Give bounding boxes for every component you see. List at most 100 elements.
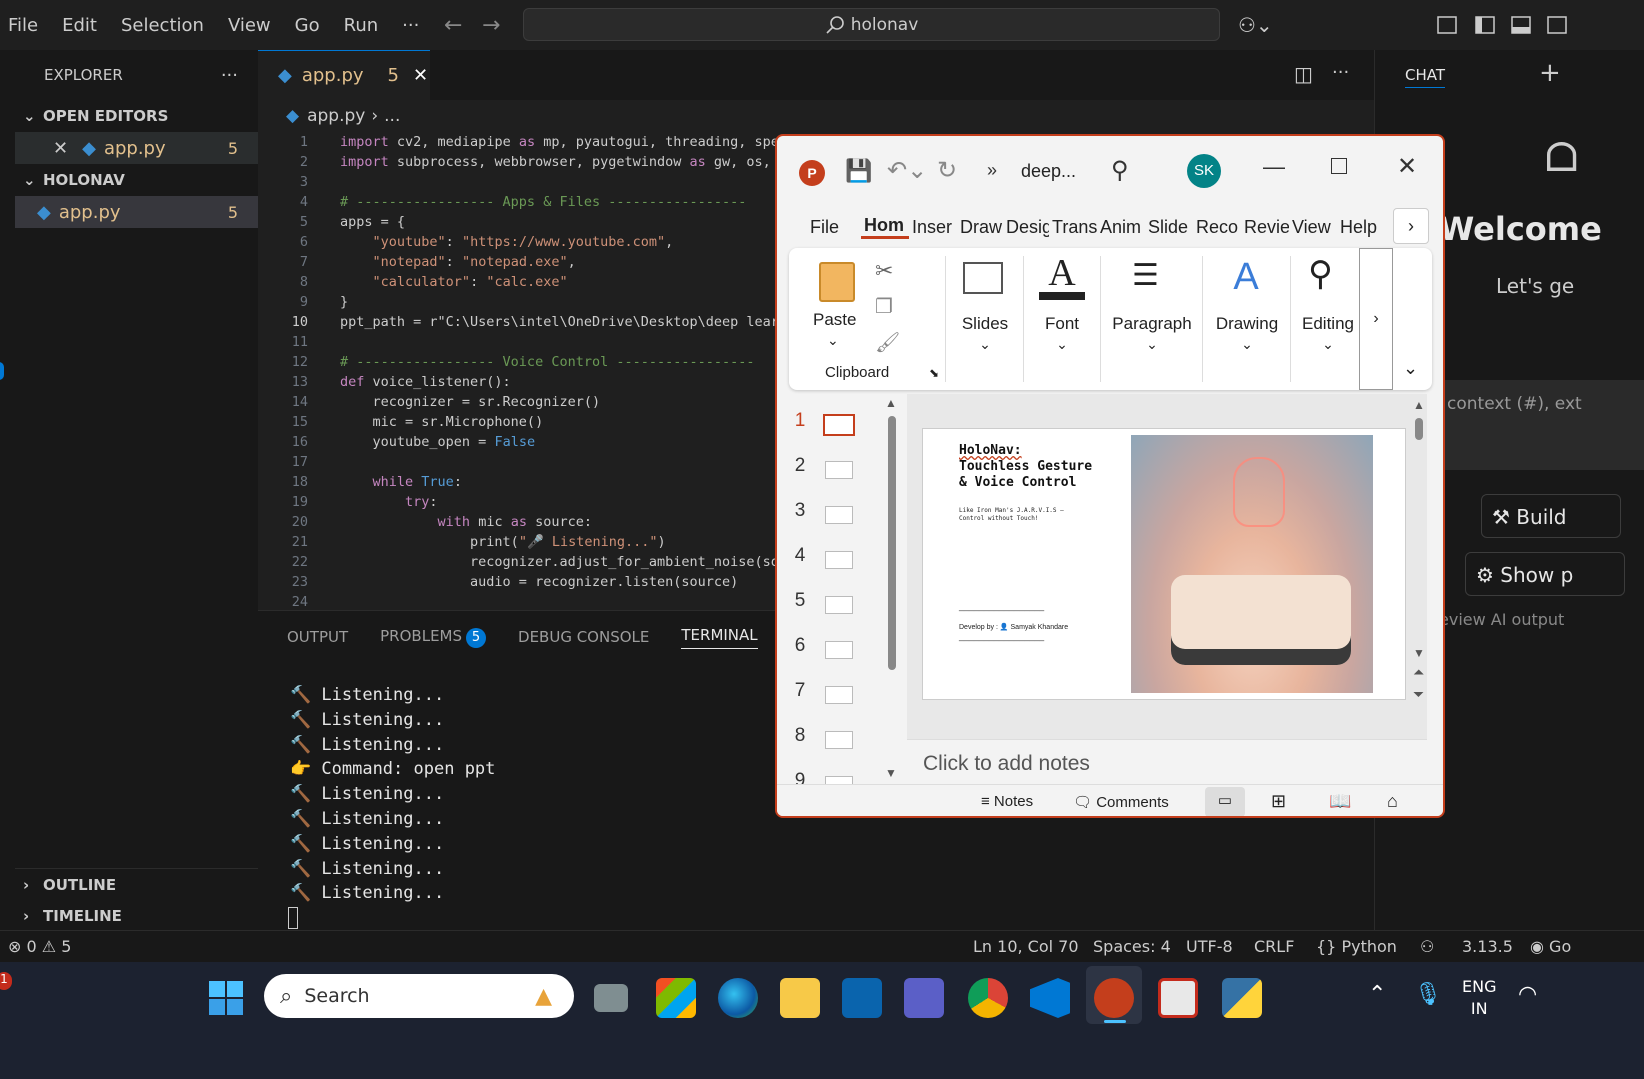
editor-more-icon[interactable]: ···	[1332, 62, 1349, 83]
reading-view-icon[interactable]: 📖	[1329, 791, 1351, 812]
undo-icon[interactable]: ↶⌄	[887, 156, 927, 185]
go-live[interactable]: ◉ Go	[1530, 937, 1571, 956]
command-center-search[interactable]: holonav	[523, 8, 1220, 41]
more-commands-icon[interactable]: »	[987, 160, 997, 181]
ribbon-tab[interactable]: File	[807, 217, 861, 238]
maximize-icon[interactable]	[1331, 158, 1347, 174]
vscode-icon[interactable]	[1030, 978, 1070, 1018]
file-explorer-icon[interactable]	[780, 978, 820, 1018]
scroll-thumb[interactable]	[888, 416, 896, 670]
avatar[interactable]: SK	[1187, 154, 1221, 188]
next-slide-icon[interactable]: ⏷	[1413, 686, 1424, 703]
tab-problems[interactable]: PROBLEMS 5	[380, 627, 487, 648]
indentation[interactable]: Spaces: 4	[1093, 937, 1171, 956]
chat-input[interactable]: context (#), ext	[1435, 380, 1644, 470]
breadcrumb-rest[interactable]: ...	[384, 106, 400, 126]
tab-terminal[interactable]: TERMINAL	[681, 626, 758, 649]
comments-button[interactable]: 🗨 Comments	[1073, 793, 1169, 811]
show-button[interactable]: ⚙ Show p	[1465, 552, 1625, 596]
chevron-up-icon[interactable]: ⌃	[1368, 982, 1386, 1007]
cut-icon[interactable]: ✂	[875, 258, 893, 284]
slide-thumbnail[interactable]	[825, 461, 853, 479]
copilot-status-icon[interactable]: ⚇	[1420, 937, 1434, 956]
font-group[interactable]: A Font ⌄	[1025, 248, 1099, 390]
notes-button[interactable]: ≡ Notes	[981, 793, 1033, 810]
collapse-ribbon-icon[interactable]: ⌄	[1403, 358, 1418, 379]
document-name[interactable]: deep...	[1021, 161, 1076, 182]
back-arrow-icon[interactable]: ←	[444, 13, 462, 38]
ribbon-more-tabs-icon[interactable]: ›	[1393, 208, 1429, 244]
scroll-down-icon[interactable]: ▼	[1413, 646, 1425, 660]
menu-file[interactable]: File	[0, 15, 50, 36]
slides-group[interactable]: Slides ⌄	[947, 248, 1023, 390]
code-view[interactable]: 1 import cv2, mediapipe as mp, pyautogui,…	[258, 132, 778, 612]
drawing-group[interactable]: A Drawing ⌄	[1204, 248, 1290, 390]
scroll-up-icon[interactable]: ▲	[1413, 398, 1425, 412]
paste-button[interactable]: Paste	[813, 310, 856, 330]
outline-section[interactable]: › OUTLINE	[15, 868, 258, 900]
ribbon-tab[interactable]: Slide	[1145, 217, 1193, 238]
slide-canvas[interactable]: HoloNav: Touchless Gesture & Voice Contr…	[922, 428, 1406, 700]
timeline-section[interactable]: › TIMELINE	[15, 900, 258, 932]
thumb-scrollbar[interactable]: ▲ ▼	[885, 394, 899, 784]
menu-selection[interactable]: Selection	[109, 15, 216, 36]
eol[interactable]: CRLF	[1254, 937, 1294, 956]
paste-icon[interactable]	[819, 262, 855, 302]
problems-status[interactable]: ⊗ 0 ⚠ 5	[8, 937, 71, 956]
ribbon-tab[interactable]: Reco	[1193, 217, 1241, 238]
split-editor-icon[interactable]: ◫	[1294, 62, 1313, 86]
task-view-icon[interactable]	[594, 984, 628, 1012]
holonav-section[interactable]: ⌄ HOLONAV	[15, 164, 258, 196]
copilot-icon[interactable]: ⚇⌄	[1238, 13, 1273, 37]
slide-thumbnail[interactable]	[823, 414, 855, 436]
normal-view-button[interactable]: ▭	[1205, 787, 1245, 816]
menu-go[interactable]: Go	[283, 15, 332, 36]
store-icon[interactable]	[656, 978, 696, 1018]
build-button[interactable]: ⚒ Build	[1481, 494, 1621, 538]
open-editors-section[interactable]: ⌄ OPEN EDITORS	[15, 100, 258, 132]
slide-thumbnail[interactable]	[825, 551, 853, 569]
previous-slide-icon[interactable]: ⏶	[1413, 664, 1424, 681]
layout-icons[interactable]	[1436, 14, 1636, 36]
editing-group[interactable]: ⚲ Editing ⌄	[1292, 248, 1364, 390]
terminal-output[interactable]: 🔨 Listening... 🔨 Listening... 🔨 Listening.…	[290, 683, 495, 906]
python-app-icon[interactable]	[1222, 978, 1262, 1018]
chrome-icon[interactable]	[968, 978, 1008, 1018]
menu-edit[interactable]: Edit	[50, 15, 109, 36]
outlook-icon[interactable]	[842, 978, 882, 1018]
slide-sorter-icon[interactable]: ⊞	[1271, 791, 1286, 812]
language-mode[interactable]: {} Python	[1316, 937, 1397, 956]
ribbon-tab[interactable]: Inser	[909, 217, 957, 238]
scroll-thumb[interactable]	[1415, 418, 1423, 440]
slide-thumbnail[interactable]	[825, 596, 853, 614]
slide-thumbnail[interactable]	[825, 641, 853, 659]
search-icon[interactable]: ⚲	[1111, 156, 1129, 185]
snipping-tool-icon[interactable]	[1158, 978, 1198, 1018]
scroll-down-icon[interactable]: ▼	[885, 766, 897, 780]
cursor-position[interactable]: Ln 10, Col 70	[973, 937, 1079, 956]
ribbon-tab[interactable]: View	[1289, 217, 1337, 238]
ribbon-more-button[interactable]: ›	[1359, 248, 1393, 390]
slide-scrollbar[interactable]: ▲ ▼ ⏶ ⏷	[1411, 394, 1427, 739]
paragraph-group[interactable]: ☰ Paragraph ⌄	[1102, 248, 1202, 390]
ribbon-tab[interactable]: Draw	[957, 217, 1003, 238]
redo-icon[interactable]: ↻	[937, 156, 957, 185]
slide-thumbnail[interactable]	[825, 686, 853, 704]
powerpoint-icon[interactable]	[1094, 978, 1134, 1018]
ribbon-tab[interactable]: Trans	[1049, 217, 1097, 238]
menu-more[interactable]: ···	[390, 15, 431, 36]
language-indicator[interactable]: ENG IN	[1462, 976, 1496, 1020]
tab-output[interactable]: OUTPUT	[287, 628, 348, 646]
slideshow-icon[interactable]: ⌂	[1387, 791, 1398, 812]
minimize-icon[interactable]: —	[1263, 154, 1285, 180]
close-icon[interactable]: ✕	[1397, 152, 1417, 181]
edge-icon[interactable]	[718, 978, 758, 1018]
ribbon-tab[interactable]: Help	[1337, 217, 1377, 238]
ribbon-tab[interactable]: Desig	[1003, 217, 1049, 238]
tree-item-app-py[interactable]: ◆ app.py 5	[15, 196, 258, 228]
dialog-launcher-icon[interactable]: ⬊	[929, 366, 939, 380]
menu-view[interactable]: View	[216, 15, 283, 36]
close-icon[interactable]: ✕	[53, 138, 68, 159]
teams-icon[interactable]	[904, 978, 944, 1018]
slide-thumbnail[interactable]	[825, 731, 853, 749]
